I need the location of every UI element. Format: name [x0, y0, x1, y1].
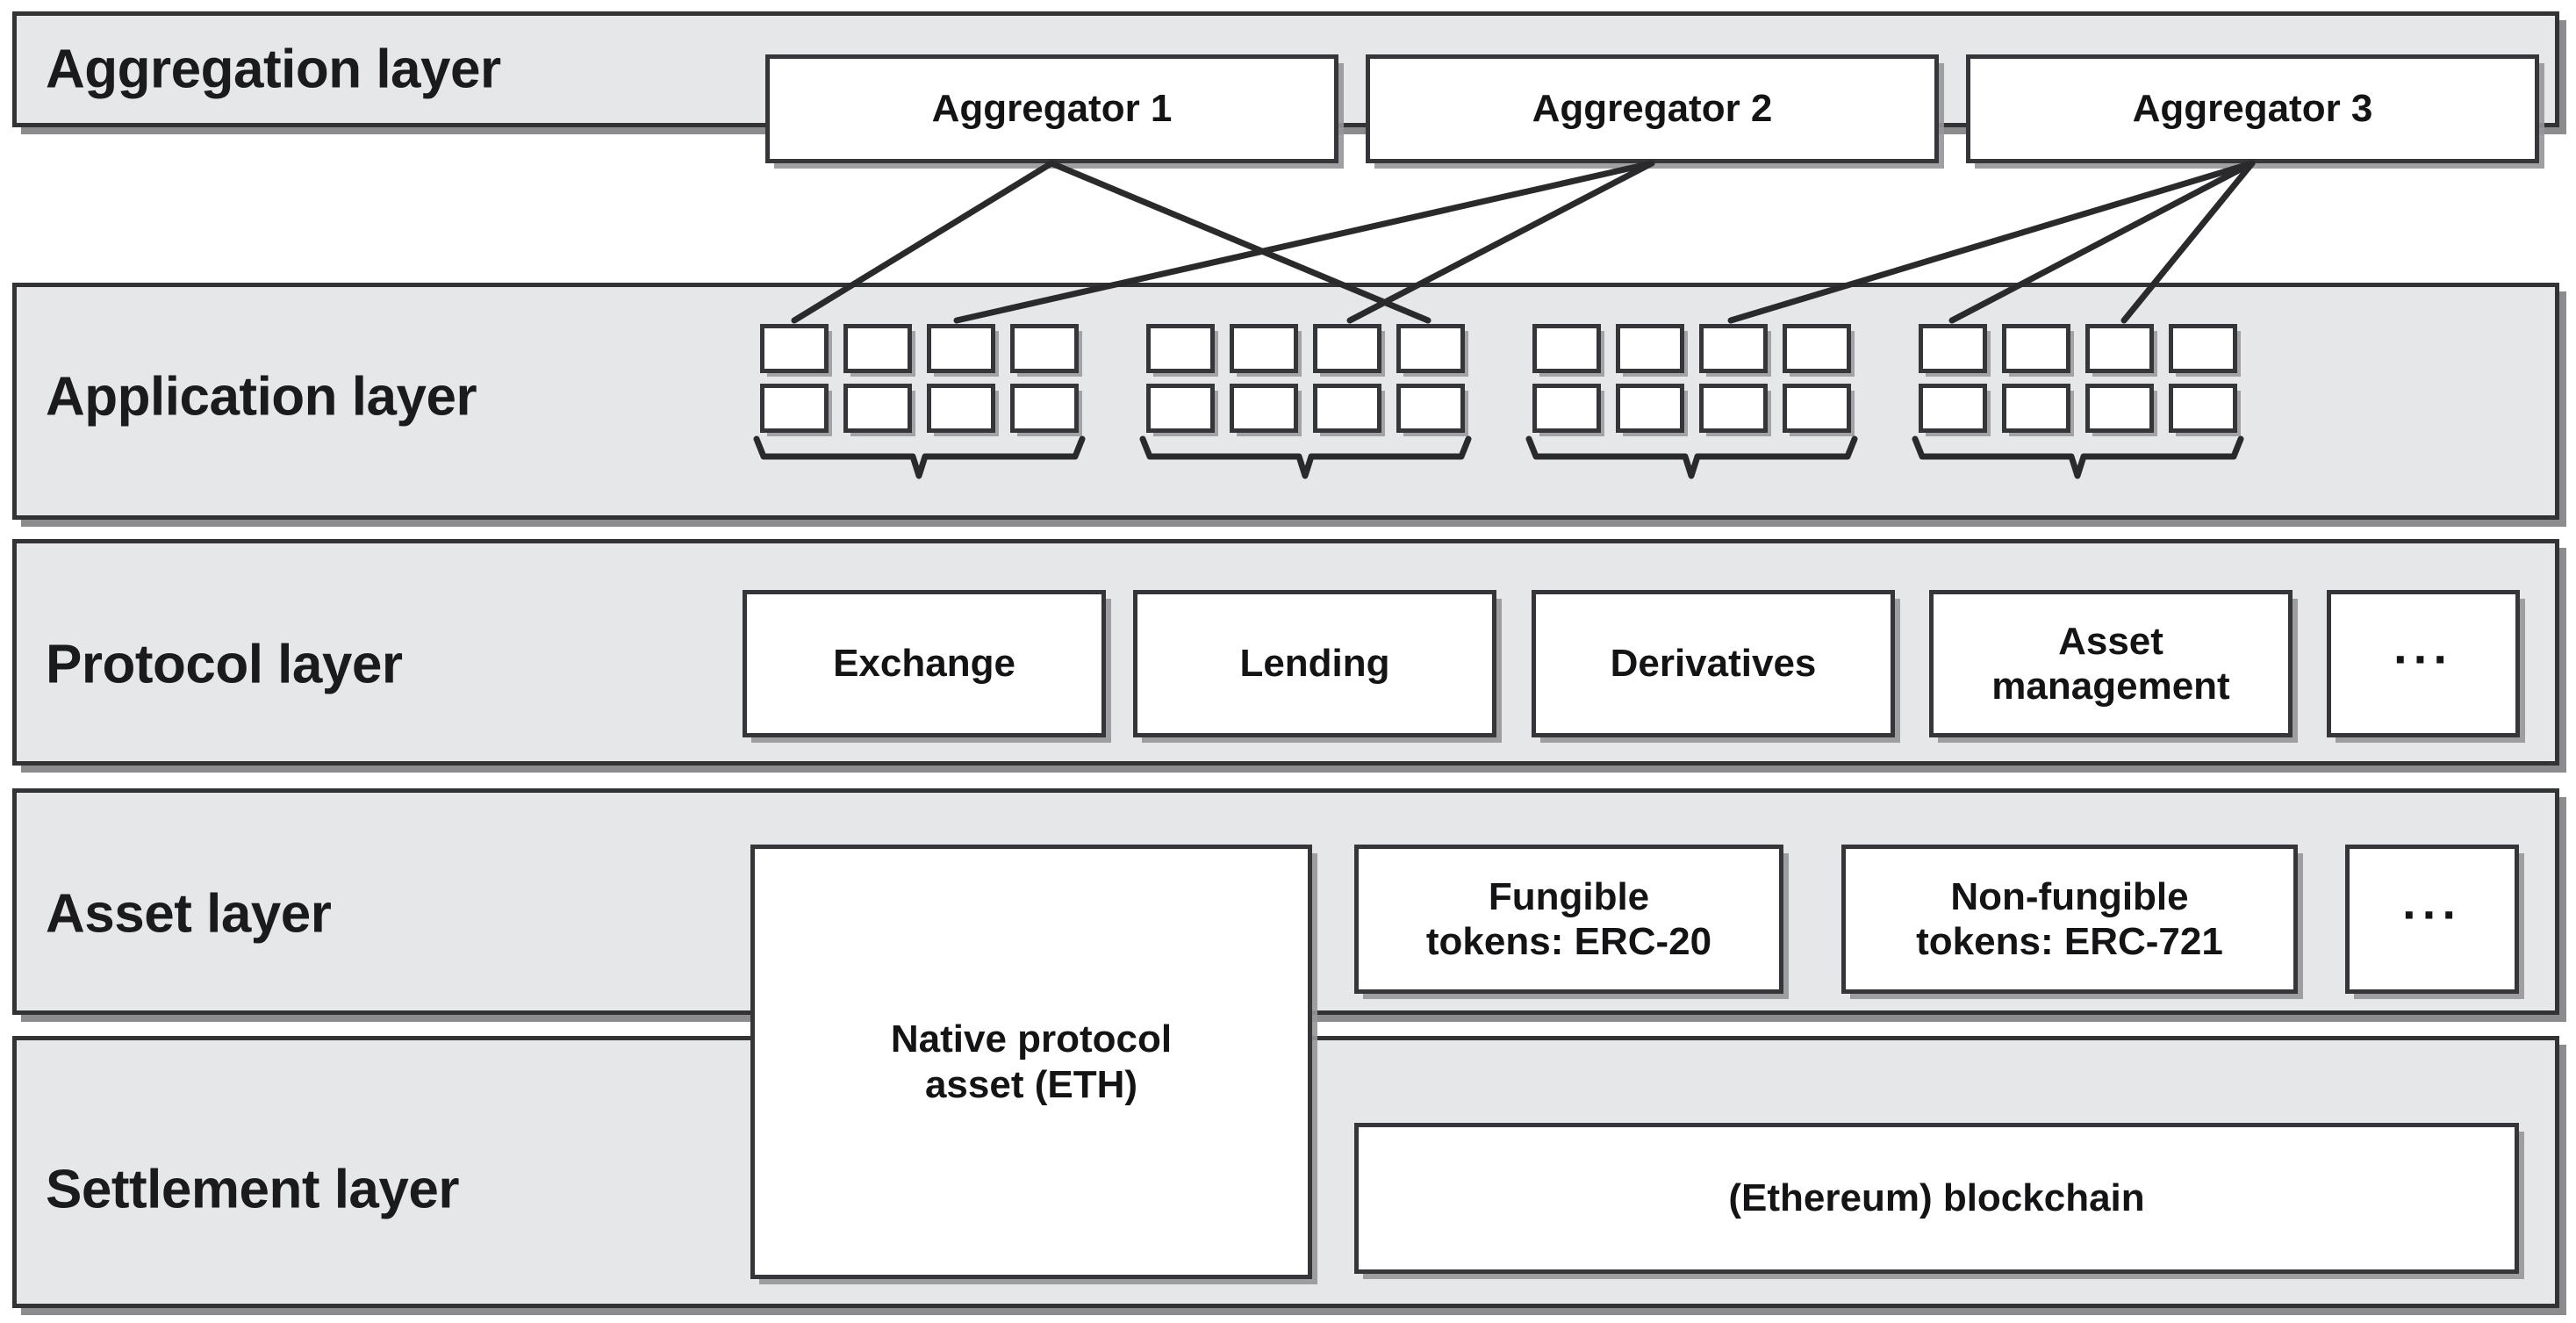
- app-tile[interactable]: [1146, 384, 1215, 433]
- fungible-line2: tokens: ERC-20: [1425, 920, 1712, 963]
- node-aggregator-3[interactable]: Aggregator 3: [1966, 54, 2539, 163]
- layer-label-application: Application layer: [46, 366, 477, 428]
- app-tile[interactable]: [1919, 384, 1987, 433]
- node-native-protocol-asset[interactable]: Native protocol asset (ETH): [750, 845, 1312, 1279]
- node-lending[interactable]: Lending: [1133, 590, 1496, 737]
- app-tile[interactable]: [1396, 384, 1465, 433]
- app-tile[interactable]: [1313, 384, 1381, 433]
- layer-label-settlement: Settlement layer: [46, 1159, 460, 1220]
- app-tile[interactable]: [1783, 324, 1851, 373]
- app-tile[interactable]: [1313, 324, 1381, 373]
- node-non-fungible-tokens[interactable]: Non-fungible tokens: ERC-721: [1841, 845, 2298, 994]
- node-asset-management[interactable]: Asset management: [1929, 590, 2293, 737]
- asset-management-line2: management: [1991, 665, 2230, 708]
- app-tile[interactable]: [2085, 324, 2154, 373]
- fungible-line1: Fungible: [1488, 874, 1650, 918]
- node-derivatives[interactable]: Derivatives: [1532, 590, 1895, 737]
- app-tile[interactable]: [927, 324, 995, 373]
- app-tile[interactable]: [1230, 384, 1298, 433]
- app-tile[interactable]: [1146, 324, 1215, 373]
- app-tile[interactable]: [1616, 384, 1684, 433]
- app-tile[interactable]: [1919, 324, 1987, 373]
- app-tile[interactable]: [843, 384, 912, 433]
- app-tile[interactable]: [1010, 324, 1079, 373]
- native-asset-line2: asset (ETH): [924, 1062, 1138, 1106]
- layer-label-aggregation: Aggregation layer: [46, 39, 501, 100]
- asset-management-line1: Asset: [2058, 619, 2163, 663]
- layer-label-asset: Asset layer: [46, 883, 332, 945]
- app-tile[interactable]: [2002, 324, 2070, 373]
- node-aggregator-2[interactable]: Aggregator 2: [1366, 54, 1939, 163]
- app-tile[interactable]: [760, 384, 829, 433]
- app-tile[interactable]: [1699, 324, 1768, 373]
- node-aggregator-1[interactable]: Aggregator 1: [765, 54, 1338, 163]
- app-tile[interactable]: [843, 324, 912, 373]
- app-tile[interactable]: [2002, 384, 2070, 433]
- app-tile[interactable]: [1230, 324, 1298, 373]
- app-tile[interactable]: [2169, 324, 2237, 373]
- node-asset-ellipsis[interactable]: ···: [2345, 845, 2519, 994]
- layer-label-protocol: Protocol layer: [46, 634, 403, 695]
- nonfungible-line1: Non-fungible: [1950, 874, 2189, 918]
- app-tile[interactable]: [1699, 384, 1768, 433]
- app-tile[interactable]: [1010, 384, 1079, 433]
- node-fungible-tokens[interactable]: Fungible tokens: ERC-20: [1354, 845, 1783, 994]
- node-protocol-ellipsis[interactable]: ···: [2327, 590, 2520, 737]
- node-exchange[interactable]: Exchange: [743, 590, 1106, 737]
- app-tile[interactable]: [2169, 384, 2237, 433]
- node-ethereum-blockchain[interactable]: (Ethereum) blockchain: [1354, 1123, 2519, 1274]
- app-tile[interactable]: [1532, 384, 1601, 433]
- app-tile[interactable]: [760, 324, 829, 373]
- nonfungible-line2: tokens: ERC-721: [1916, 920, 2223, 963]
- native-asset-line1: Native protocol: [890, 1017, 1173, 1061]
- app-tile[interactable]: [1783, 384, 1851, 433]
- app-tile[interactable]: [2085, 384, 2154, 433]
- app-tile[interactable]: [1396, 324, 1465, 373]
- app-tile[interactable]: [1532, 324, 1601, 373]
- app-tile[interactable]: [1616, 324, 1684, 373]
- app-tile[interactable]: [927, 384, 995, 433]
- diagram-canvas: Aggregation layer Aggregator 1 Aggregato…: [0, 0, 2576, 1323]
